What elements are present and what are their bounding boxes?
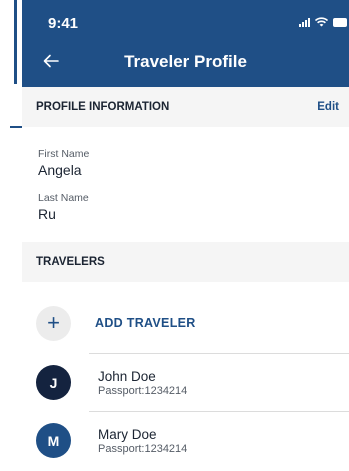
page-title: Traveler Profile	[124, 52, 247, 71]
avatar: J	[36, 365, 71, 400]
app-header: 9:41 Traveler Profile	[22, 0, 349, 87]
wifi-icon	[315, 17, 328, 27]
traveler-name: John Doe	[98, 368, 156, 384]
avatar: M	[36, 423, 71, 458]
travelers-section-title: TRAVELERS	[36, 256, 105, 268]
traveler-info: Mary Doe Passport:1234214	[98, 427, 187, 455]
add-traveler-label: ADD TRAVELER	[95, 316, 196, 330]
travelers-section-header: TRAVELERS	[22, 242, 349, 282]
battery-icon	[333, 17, 347, 27]
first-name-label: First Name	[38, 148, 90, 160]
edit-button[interactable]: Edit	[317, 101, 339, 113]
edge-accent-line	[14, 0, 17, 84]
traveler-info: John Doe Passport:1234214	[98, 369, 187, 397]
last-name-label: Last Name	[38, 192, 89, 204]
traveler-passport: Passport:1234214	[98, 384, 188, 397]
profile-section-title: PROFILE INFORMATION	[36, 101, 170, 113]
status-time: 9:41	[48, 15, 79, 32]
profile-section-header: PROFILE INFORMATION Edit	[22, 87, 349, 127]
traveler-row[interactable]: M Mary Doe Passport:1234214	[22, 412, 349, 469]
last-name-field: Last Name Ru	[22, 178, 349, 222]
first-name-value: Angela	[38, 162, 82, 178]
add-traveler-button[interactable]: + ADD TRAVELER	[22, 293, 349, 353]
traveler-passport: Passport:1234214	[98, 442, 188, 455]
add-icon: +	[36, 305, 71, 341]
signal-icon	[299, 17, 310, 27]
traveler-name: Mary Doe	[98, 426, 157, 442]
phone-screen: 9:41 Traveler Profile PROFILE INFORMATIO…	[22, 0, 349, 471]
status-icons	[299, 17, 347, 27]
last-name-value: Ru	[38, 206, 56, 222]
traveler-row[interactable]: J John Doe Passport:1234214	[22, 354, 349, 411]
first-name-field: First Name Angela	[22, 127, 349, 178]
